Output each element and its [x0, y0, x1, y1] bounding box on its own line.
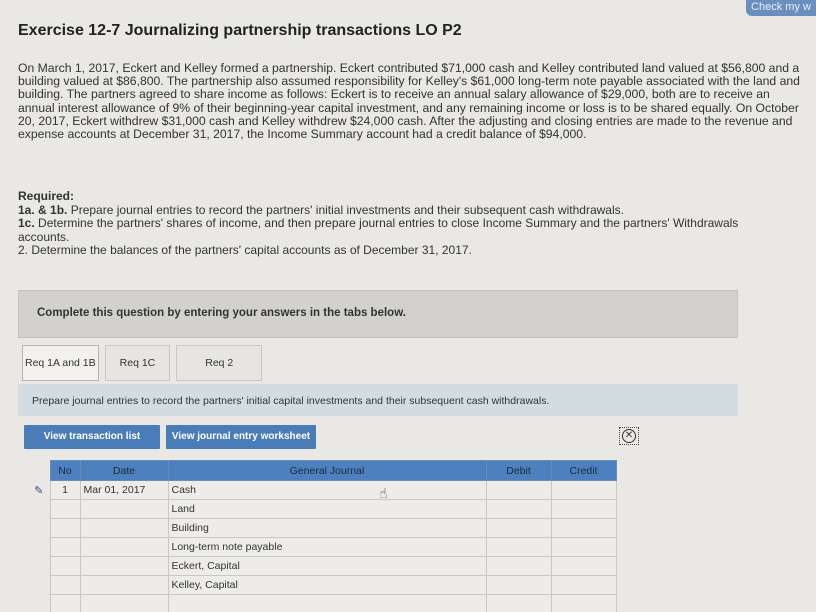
- account-cell[interactable]: Long-term note payable: [167, 537, 487, 557]
- entry-number: [49, 499, 81, 519]
- required-item-text: Prepare journal entries to record the pa…: [70, 202, 624, 217]
- edit-cell: [28, 538, 50, 557]
- date-header: Date: [79, 460, 169, 481]
- required-item: 2. Determine the balances of the partner…: [18, 243, 788, 258]
- table-row: Kelley, Capital: [28, 575, 617, 595]
- tab-instruction: Prepare journal entries to record the pa…: [18, 384, 738, 416]
- entry-date[interactable]: [79, 499, 169, 519]
- complete-question-text: Complete this question by entering your …: [37, 307, 406, 319]
- view-journal-worksheet-button[interactable]: View journal entry worksheet: [166, 425, 316, 449]
- credit-cell[interactable]: [550, 537, 617, 557]
- hand-cursor-icon: ☝: [379, 485, 388, 501]
- required-item-number: 1a. & 1b.: [18, 202, 68, 217]
- entry-date[interactable]: [79, 575, 169, 595]
- no-header: No: [49, 460, 81, 481]
- account-cell[interactable]: Land: [167, 499, 487, 519]
- table-row: [28, 594, 617, 612]
- edit-cell: [28, 576, 50, 595]
- journal-table: No Date General Journal Debit Credit ✎ 1…: [28, 460, 617, 612]
- edit-cell[interactable]: ✎: [28, 481, 50, 500]
- entry-date[interactable]: [79, 518, 169, 538]
- required-item: 1c. Determine the partners' shares of in…: [18, 216, 788, 244]
- edit-cell: [28, 595, 50, 612]
- entry-number: [49, 575, 81, 595]
- debit-header: Debit: [485, 460, 552, 481]
- tab-req-1a-1b[interactable]: Req 1A and 1B: [22, 345, 99, 381]
- check-my-work-button[interactable]: Check my w: [746, 0, 816, 16]
- credit-cell[interactable]: [550, 594, 617, 612]
- entry-date[interactable]: Mar 01, 2017: [79, 480, 169, 500]
- entry-number: 1: [49, 480, 81, 500]
- debit-cell[interactable]: [485, 499, 552, 519]
- view-transaction-list-button[interactable]: View transaction list: [24, 425, 160, 449]
- account-cell[interactable]: Building: [167, 518, 487, 538]
- entry-date[interactable]: [79, 556, 169, 576]
- close-icon[interactable]: ✕: [619, 427, 639, 445]
- table-row: Eckert, Capital: [28, 556, 617, 576]
- required-item-text: Determine the balances of the partners' …: [31, 243, 472, 257]
- entry-number: [49, 594, 81, 612]
- required-item: 1a. & 1b. Prepare journal entries to rec…: [18, 202, 788, 218]
- tab-req-1c[interactable]: Req 1C: [104, 345, 171, 381]
- required-item-number: 1c.: [18, 216, 35, 230]
- credit-cell[interactable]: [550, 480, 617, 500]
- required-item-number: 2.: [18, 243, 29, 257]
- entry-number: [49, 537, 81, 557]
- edit-cell: [28, 519, 50, 538]
- credit-cell[interactable]: [550, 518, 617, 538]
- required-item-text: Determine the partners' shares of income…: [18, 216, 739, 244]
- debit-cell[interactable]: [485, 594, 552, 612]
- debit-cell[interactable]: [485, 537, 552, 557]
- credit-header: Credit: [550, 460, 617, 481]
- edit-column-header: [28, 461, 50, 481]
- general-journal-header: General Journal: [167, 460, 487, 481]
- edit-cell: [28, 500, 50, 519]
- exercise-title: Exercise 12-7 Journalizing partnership t…: [18, 22, 462, 39]
- entry-number: [49, 518, 81, 538]
- debit-cell[interactable]: [485, 575, 552, 595]
- debit-cell[interactable]: [485, 480, 552, 500]
- required-section: Required: 1a. & 1b. Prepare journal entr…: [18, 189, 788, 258]
- table-row: Long-term note payable: [28, 537, 617, 557]
- tab-req-2[interactable]: Req 2: [176, 345, 263, 381]
- required-heading: Required:: [18, 189, 75, 203]
- credit-cell[interactable]: [550, 575, 617, 595]
- table-row: Land: [28, 499, 617, 519]
- account-cell[interactable]: Kelley, Capital: [167, 575, 487, 595]
- account-cell[interactable]: [167, 594, 487, 612]
- table-row: ✎ 1 Mar 01, 2017 Cash: [28, 480, 617, 500]
- pencil-icon[interactable]: ✎: [34, 485, 43, 497]
- entry-date[interactable]: [79, 594, 169, 612]
- requirement-tabs: Req 1A and 1B Req 1C Req 2: [22, 345, 268, 381]
- table-row: Building: [28, 518, 617, 538]
- credit-cell[interactable]: [550, 556, 617, 576]
- edit-cell: [28, 557, 50, 576]
- debit-cell[interactable]: [485, 518, 552, 538]
- debit-cell[interactable]: [485, 556, 552, 576]
- account-cell[interactable]: Eckert, Capital: [167, 556, 487, 576]
- journal-header-row: No Date General Journal Debit Credit: [28, 460, 617, 481]
- problem-description: On March 1, 2017, Eckert and Kelley form…: [18, 61, 800, 142]
- credit-cell[interactable]: [550, 499, 617, 519]
- account-cell[interactable]: Cash: [167, 480, 487, 500]
- complete-question-banner: Complete this question by entering your …: [18, 290, 738, 338]
- entry-number: [49, 556, 81, 576]
- entry-date[interactable]: [79, 537, 169, 557]
